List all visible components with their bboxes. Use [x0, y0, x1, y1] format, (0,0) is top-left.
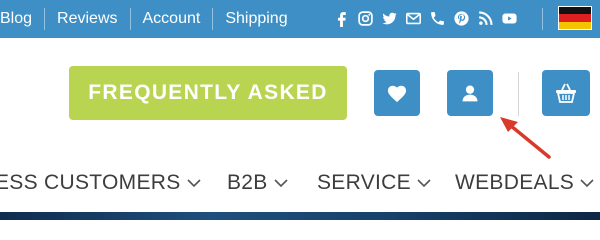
- chevron-down-icon: [417, 178, 431, 187]
- nav-item-service[interactable]: SERVICE: [317, 166, 431, 200]
- hero-banner-edge: [0, 212, 600, 220]
- nav-item-b2b[interactable]: B2B: [227, 166, 288, 200]
- chevron-down-icon: [274, 178, 288, 187]
- chevron-down-icon: [580, 178, 594, 187]
- nav-item-business-customers[interactable]: ESS CUSTOMERS: [0, 166, 201, 200]
- nav-item-label: WEBDEALS: [455, 171, 575, 194]
- nav-item-webdeals[interactable]: WEBDEALS: [455, 166, 594, 200]
- nav-item-label: SERVICE: [317, 171, 411, 194]
- nav-item-label: ESS CUSTOMERS: [0, 171, 181, 194]
- nav-item-label: B2B: [227, 171, 268, 194]
- chevron-down-icon: [186, 178, 201, 187]
